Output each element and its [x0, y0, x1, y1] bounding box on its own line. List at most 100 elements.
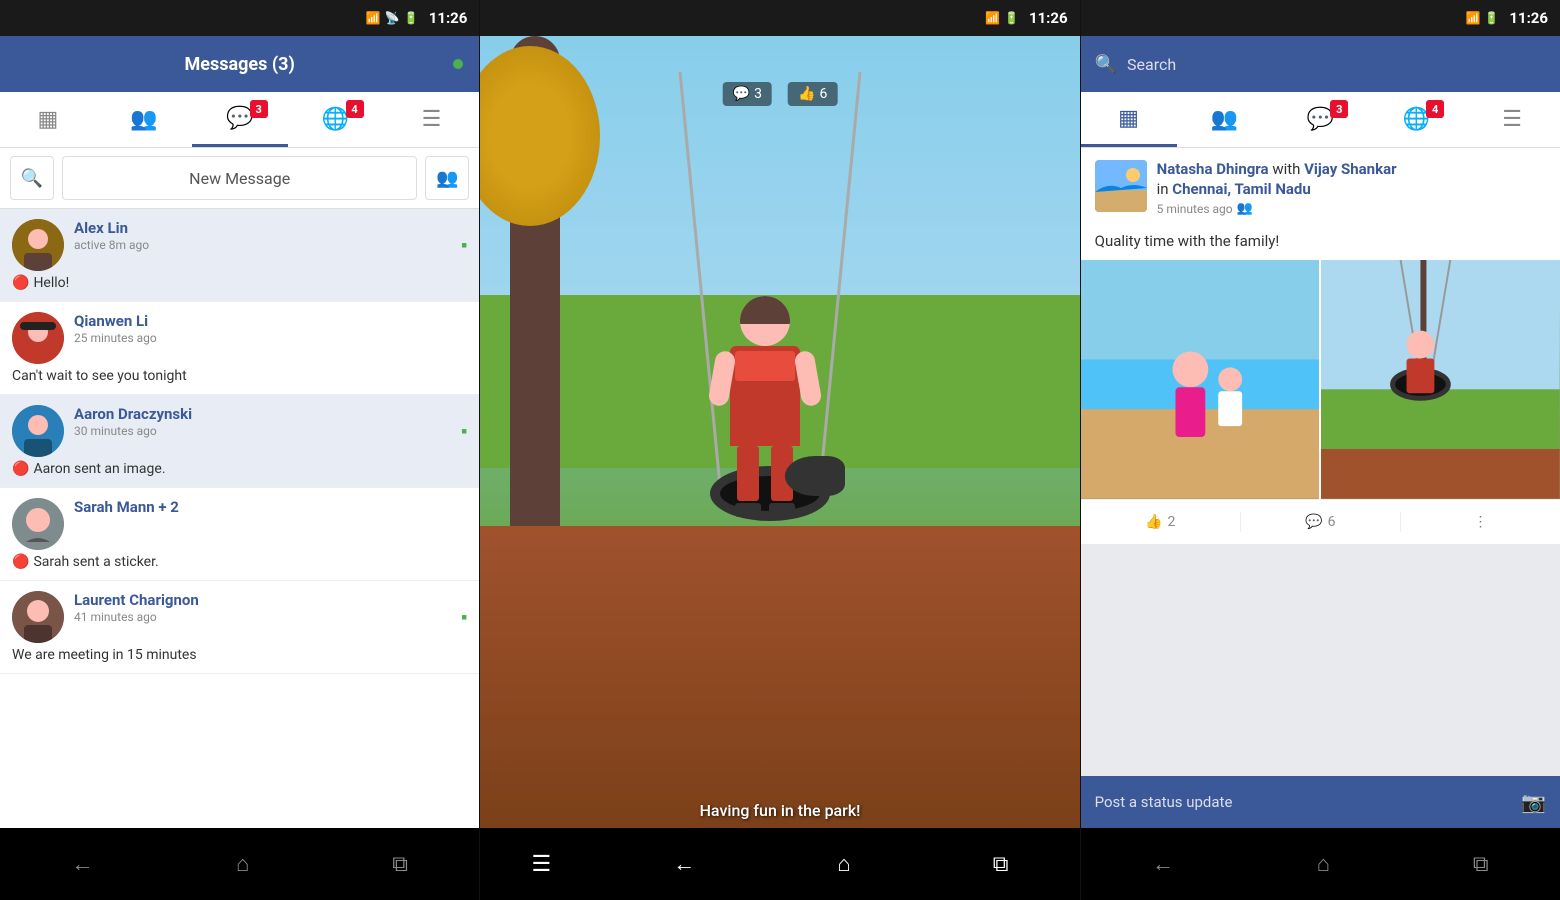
nav-menu-1[interactable]: ☰ — [384, 92, 480, 147]
nav-friends-icon-3: 👥 — [1211, 107, 1238, 132]
toolbar-1: 🔍 New Message 👥 — [0, 148, 479, 209]
new-message-label: New Message — [189, 169, 290, 188]
msg-name-laurent: Laurent Charignon — [74, 591, 451, 609]
messages-badge-3: 3 — [1330, 100, 1348, 118]
search-icon-3: 🔍 — [1095, 54, 1117, 75]
nav-friends-icon-1: 👥 — [130, 107, 157, 132]
nav-friends-3[interactable]: 👥 — [1177, 92, 1273, 147]
signal-icon: 📡 — [385, 11, 400, 25]
menu-icon-photo[interactable]: ☰ — [531, 852, 551, 877]
back-button-2[interactable]: ← — [653, 841, 715, 887]
comment-count: 3 — [754, 86, 762, 102]
search-icon: 🔍 — [21, 168, 43, 189]
recent-button-3[interactable]: ⧉ — [1453, 842, 1509, 887]
time-3: 11:26 — [1509, 9, 1548, 27]
nav-messages-1[interactable]: 💬 3 — [192, 92, 288, 147]
status-icons-3: 📶 🔋 — [1465, 11, 1499, 25]
post-time: 5 minutes ago — [1157, 202, 1233, 216]
messages-list: Alex Lin active 8m ago ▪ 🔴 Hello! — [0, 209, 479, 828]
time-1: 11:26 — [429, 9, 468, 27]
comment-count-action: 6 — [1328, 514, 1336, 530]
comment-stat: 💬 3 — [723, 82, 772, 106]
globe-badge-1: 4 — [346, 100, 364, 118]
nav-news-icon-3: ▦ — [1118, 106, 1139, 131]
post-with-text: with — [1272, 160, 1304, 178]
nav-globe-1[interactable]: 🌐 4 — [288, 92, 384, 147]
recent-button-1[interactable]: ⧉ — [372, 842, 428, 887]
back-button-3[interactable]: ← — [1132, 841, 1194, 887]
battery-icon-2: 🔋 — [1004, 11, 1019, 25]
photo-stats-overlay: 💬 3 👍 6 — [723, 82, 838, 106]
msg-name-alex: Alex Lin — [74, 219, 451, 237]
post-card: Natasha Dhingra with Vijay Shankar in Ch… — [1081, 148, 1560, 544]
nav-menu-3[interactable]: ☰ — [1464, 92, 1560, 147]
battery-icon: 🔋 — [404, 11, 419, 25]
photo-panel: 📶 🔋 11:26 — [480, 0, 1079, 900]
nav-news-3[interactable]: ▦ — [1081, 92, 1177, 147]
post-image-left[interactable] — [1081, 260, 1320, 499]
status-icons-2: 📶 🔋 — [985, 11, 1019, 25]
msg-time-qian: 25 minutes ago — [74, 331, 467, 345]
wifi-icon-2: 📶 — [985, 11, 1000, 25]
back-button-1[interactable]: ← — [51, 841, 113, 887]
wifi-icon-3: 📶 — [1465, 11, 1480, 25]
camera-icon[interactable]: 📷 — [1521, 790, 1546, 814]
bottom-nav-1: ← ⌂ ⧉ — [0, 828, 479, 900]
post-status-bar: Post a status update 📷 — [1081, 776, 1560, 828]
search-placeholder[interactable]: Search — [1127, 55, 1546, 74]
avatar-qian — [12, 312, 64, 364]
nav-messages-3[interactable]: 💬 3 — [1272, 92, 1368, 147]
group-message-button[interactable]: 👥 — [425, 156, 469, 200]
nav-globe-3[interactable]: 🌐 4 — [1368, 92, 1464, 147]
msg-preview-alex: 🔴 Hello! — [12, 275, 467, 291]
nav-news-icon-1: ▦ — [38, 107, 59, 132]
home-button-3[interactable]: ⌂ — [1297, 841, 1350, 887]
home-button-2[interactable]: ⌂ — [817, 841, 870, 887]
msg-info-laurent: Laurent Charignon 41 minutes ago — [74, 591, 451, 624]
msg-preview-sarah: 🔴 Sarah sent a sticker. — [12, 554, 467, 570]
more-action[interactable]: ⋮ — [1401, 510, 1560, 534]
avatar-laurent — [12, 591, 64, 643]
feed-panel: 📶 🔋 11:26 🔍 Search ▦ 👥 💬 3 🌐 4 ☰ — [1081, 0, 1560, 900]
message-item-laurent[interactable]: Laurent Charignon 41 minutes ago ▪ We ar… — [0, 581, 479, 674]
like-icon: 👍 — [798, 86, 815, 102]
msg-info-sarah: Sarah Mann + 2 — [74, 498, 467, 517]
message-item-aaron[interactable]: Aaron Draczynski 30 minutes ago ▪ 🔴 Aaro… — [0, 395, 479, 488]
like-count-action: 2 — [1167, 514, 1175, 530]
comment-icon: 💬 — [733, 86, 750, 102]
nav-bar-3: ▦ 👥 💬 3 🌐 4 ☰ — [1081, 92, 1560, 148]
like-stat: 👍 6 — [788, 82, 837, 106]
post-author: Natasha Dhingra with Vijay Shankar in Ch… — [1157, 160, 1546, 199]
like-icon-action: 👍 — [1145, 514, 1162, 530]
nav-bar-1: ▦ 👥 💬 3 🌐 4 ☰ — [0, 92, 479, 148]
like-count: 6 — [819, 86, 827, 102]
post-avatar-img — [1095, 160, 1147, 212]
online-indicator — [453, 59, 463, 69]
online-dot-aaron: ▪ — [461, 421, 467, 442]
home-button-1[interactable]: ⌂ — [216, 841, 269, 887]
search-button[interactable]: 🔍 — [10, 156, 54, 200]
avatar-aaron — [12, 405, 64, 457]
new-message-button[interactable]: New Message — [62, 156, 417, 200]
photo-nav-bar: ☰ ← ⌂ ⧉ — [480, 828, 1079, 900]
online-dot-alex: ▪ — [461, 235, 467, 256]
comment-action[interactable]: 💬 6 — [1241, 510, 1400, 534]
post-author-name: Natasha Dhingra — [1157, 160, 1269, 178]
photo-full[interactable]: 💬 3 👍 6 Having fun in the park! ☰ ← ⌂ ⧉ — [480, 36, 1079, 900]
like-action[interactable]: 👍 2 — [1081, 510, 1240, 534]
msg-time-alex: active 8m ago — [74, 238, 451, 252]
post-status-placeholder[interactable]: Post a status update — [1095, 793, 1511, 811]
bag-on-tire — [785, 456, 845, 496]
nav-friends-1[interactable]: 👥 — [96, 92, 192, 147]
message-item-alex[interactable]: Alex Lin active 8m ago ▪ 🔴 Hello! — [0, 209, 479, 302]
msg-name-qian: Qianwen Li — [74, 312, 467, 330]
nav-news-1[interactable]: ▦ — [0, 92, 96, 147]
post-actions: 👍 2 💬 6 ⋮ — [1081, 499, 1560, 544]
recent-button-2[interactable]: ⧉ — [973, 842, 1029, 887]
post-image-right[interactable] — [1321, 260, 1560, 499]
message-item-qian[interactable]: Qianwen Li 25 minutes ago Can't wait to … — [0, 302, 479, 395]
messages-badge-1: 3 — [250, 100, 268, 118]
post-with-name: Vijay Shankar — [1304, 160, 1396, 178]
message-item-sarah[interactable]: Sarah Mann + 2 🔴 Sarah sent a sticker. — [0, 488, 479, 581]
messages-header: Messages (3) — [0, 36, 479, 92]
